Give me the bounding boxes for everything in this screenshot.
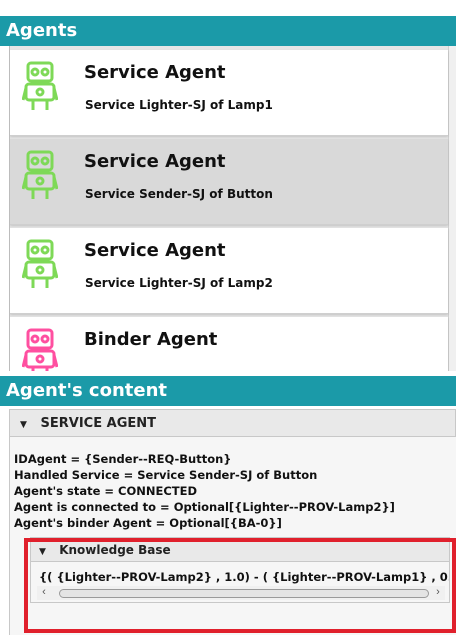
agent-name: Service Agent: [84, 151, 226, 172]
section-title: SERVICE AGENT: [40, 416, 156, 431]
content-panel-title: Agent's content: [6, 380, 168, 401]
robot-icon: [22, 239, 58, 288]
agent-name: Binder Agent: [84, 329, 218, 350]
agent-description: Service Sender-SJ of Button: [85, 187, 273, 201]
agent-description: Service Lighter-SJ of Lamp1: [85, 98, 273, 112]
agent-description: Service Lighter-SJ of Lamp2: [85, 276, 273, 290]
chevron-left-icon[interactable]: ‹: [37, 586, 51, 600]
robot-icon: [22, 328, 58, 371]
service-agent-content: [9, 437, 456, 635]
knowledge-base-hscrollbar[interactable]: ‹ ›: [37, 586, 445, 600]
knowledge-base-panel: ▼ Knowledge Base {( {Lighter--PROV-Lamp2…: [30, 537, 450, 603]
chevron-right-icon[interactable]: ›: [431, 586, 445, 600]
knowledge-base-toggle[interactable]: ▼ Knowledge Base: [31, 538, 449, 562]
agent-card[interactable]: Service Agent Service Lighter-SJ of Lamp…: [10, 228, 448, 314]
scrollbar-thumb[interactable]: [59, 589, 429, 598]
property-line: Handled Service = Service Sender-SJ of B…: [14, 468, 318, 482]
agent-card-selected[interactable]: Service Agent Service Sender-SJ of Butto…: [10, 139, 448, 225]
triangle-down-icon: ▼: [20, 420, 27, 430]
property-line: Agent's binder Agent = Optional[{BA-0}]: [14, 516, 282, 530]
agents-panel-header: Agents: [0, 16, 456, 46]
knowledge-base-value: {( {Lighter--PROV-Lamp2} , 1.0) - ( {Lig…: [39, 570, 449, 584]
property-line: IDAgent = {Sender--REQ-Button}: [14, 452, 232, 466]
service-agent-section-toggle[interactable]: ▼ SERVICE AGENT: [9, 409, 456, 437]
agent-name: Service Agent: [84, 240, 226, 261]
agent-name: Service Agent: [84, 62, 226, 83]
property-line: Agent is connected to = Optional[{Lighte…: [14, 500, 395, 514]
knowledge-base-title: Knowledge Base: [59, 543, 171, 557]
property-line: Agent's state = CONNECTED: [14, 484, 198, 498]
agent-card[interactable]: Binder Agent: [10, 317, 448, 371]
agents-list-scrollbar[interactable]: [448, 46, 456, 371]
robot-icon: [22, 61, 58, 110]
agents-list[interactable]: Service Agent Service Lighter-SJ of Lamp…: [9, 46, 456, 371]
robot-icon: [22, 150, 58, 199]
content-panel-header: Agent's content: [0, 376, 456, 406]
agents-panel-title: Agents: [6, 20, 78, 41]
agent-card[interactable]: Service Agent Service Lighter-SJ of Lamp…: [10, 50, 448, 136]
triangle-down-icon: ▼: [39, 547, 46, 557]
